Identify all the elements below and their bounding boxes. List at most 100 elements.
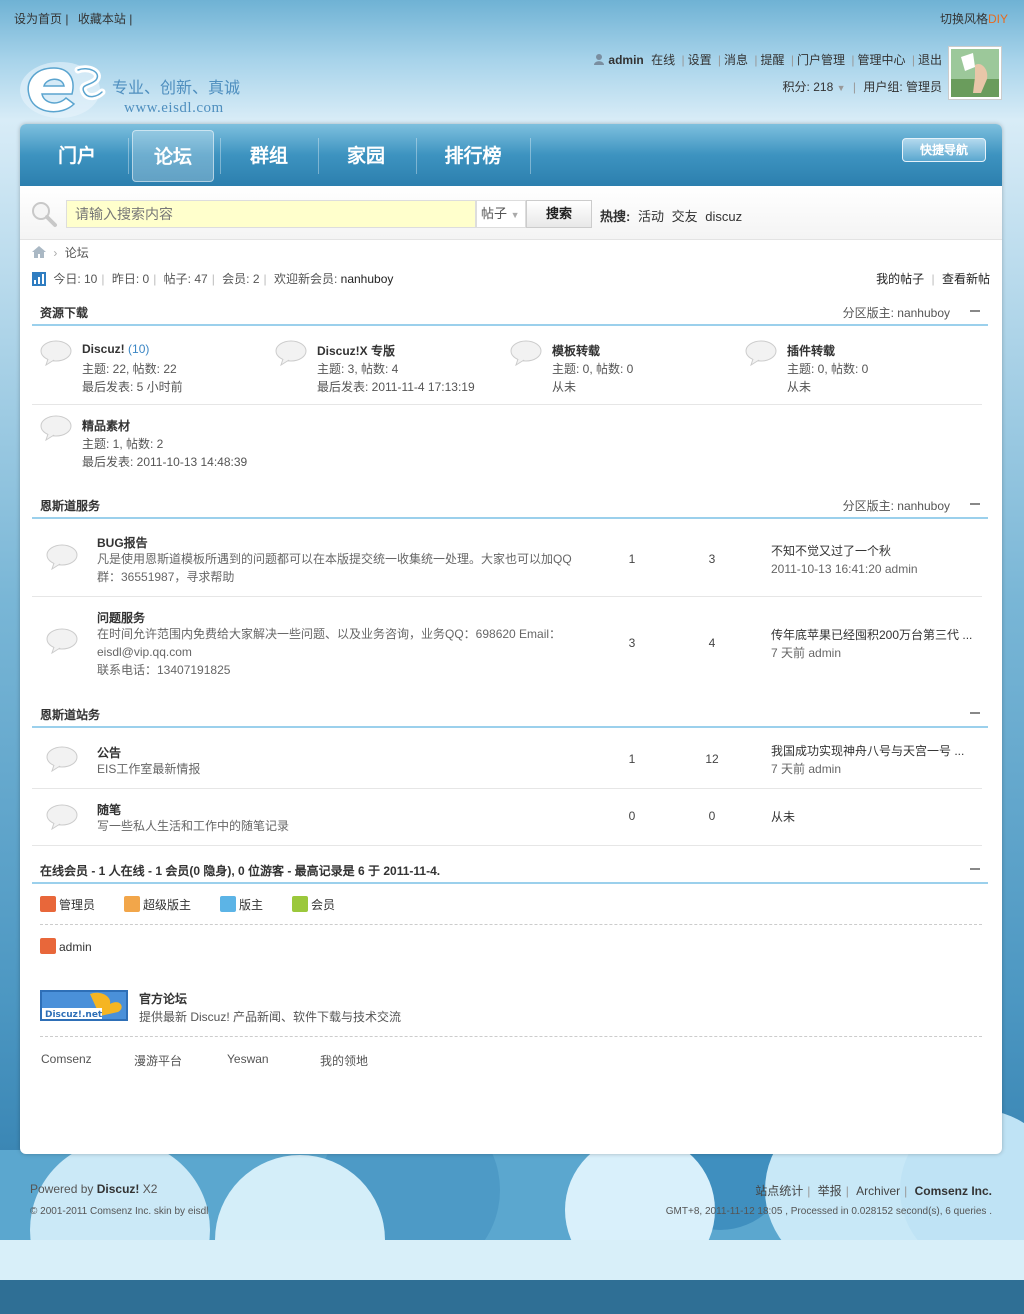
- site-url: www.eisdl.com: [124, 100, 224, 116]
- section-moderator: 分区版主: nanhuboy: [843, 497, 950, 514]
- breadcrumb-current[interactable]: 论坛: [65, 246, 89, 260]
- forum-bubble-icon: [745, 340, 777, 366]
- friendlink-text[interactable]: 漫游平台: [134, 1052, 182, 1069]
- hot-term[interactable]: discuz: [705, 209, 742, 224]
- nav-item-groups[interactable]: 群组: [228, 130, 310, 182]
- online-user-link[interactable]: admin: [59, 940, 92, 954]
- search-input[interactable]: 请输入搜索内容: [66, 200, 476, 228]
- forum-title[interactable]: 公告: [97, 744, 121, 761]
- switch-style-label: 切换风格: [939, 12, 988, 26]
- forum-title[interactable]: 问题服务: [97, 609, 145, 626]
- legend-label: 超级版主: [143, 898, 192, 912]
- logout-link[interactable]: 退出: [918, 53, 942, 67]
- quick-nav-button[interactable]: 快捷导航: [902, 138, 986, 162]
- usergroup-link[interactable]: 用户组: 管理员: [863, 80, 942, 94]
- forum-thread-count: 3: [628, 636, 636, 650]
- report-link[interactable]: 举报: [818, 1184, 842, 1198]
- friendlink-text[interactable]: Comsenz: [41, 1052, 92, 1066]
- credits-menu[interactable]: 积分: 218 ▼: [783, 80, 846, 94]
- forum-today-count: (10): [128, 342, 150, 356]
- forum-last-post[interactable]: 最后发表: 5 小时前: [82, 378, 183, 395]
- separator: |: [754, 53, 758, 67]
- forum-title[interactable]: 精品素材: [82, 417, 130, 434]
- section-title[interactable]: 资源下载: [40, 304, 88, 321]
- site-stats-link[interactable]: 站点统计: [755, 1184, 803, 1198]
- online-title[interactable]: 在线会员 - 1 人在线 - 1 会员(0 隐身), 0 位游客 - 最高记录是…: [40, 862, 440, 879]
- forum-last-post[interactable]: 最后发表: 2011-10-13 14:48:39: [82, 453, 247, 470]
- forum-last-post: 从未: [552, 380, 577, 394]
- forum-stats-line: 主题: 0, 帖数: 0: [787, 362, 869, 376]
- friendlink-text[interactable]: 我的领地: [320, 1052, 368, 1069]
- avatar[interactable]: [948, 46, 1002, 100]
- nav-item-ranking[interactable]: 排行榜: [426, 130, 520, 182]
- search-type-select[interactable]: 帖子 ▼: [476, 200, 526, 228]
- collapse-icon[interactable]: [970, 503, 980, 505]
- dashed-divider: [40, 1036, 982, 1037]
- site-logo[interactable]: [18, 56, 108, 120]
- moderator-link[interactable]: nanhuboy: [897, 499, 950, 513]
- legend-label: 管理员: [59, 898, 96, 912]
- archiver-link[interactable]: Archiver: [856, 1184, 900, 1198]
- comsenz-link[interactable]: Comsenz Inc.: [915, 1184, 992, 1198]
- discuz-logo-text: Discuz!.net: [45, 1010, 103, 1020]
- forum-last-post: 我国成功实现神舟八号与天宫一号 ... 7 天前 admin: [771, 742, 964, 778]
- notifications-link[interactable]: 提醒: [761, 53, 785, 67]
- discuz-logo[interactable]: Discuz!.net: [40, 990, 128, 1021]
- row-divider: [32, 845, 982, 846]
- search-button[interactable]: 搜索: [526, 200, 592, 228]
- home-icon[interactable]: [32, 246, 46, 258]
- collapse-icon[interactable]: [970, 310, 980, 312]
- switch-style-link[interactable]: 切换风格DIY: [940, 12, 1008, 26]
- main-nav: 门户 论坛 群组 家园 排行榜 快捷导航: [20, 124, 1002, 186]
- collapse-icon[interactable]: [970, 868, 980, 870]
- user-admin-icon: [40, 938, 56, 954]
- section-header: 资源下载 分区版主: nanhuboy: [32, 298, 988, 326]
- forum-description-line: EIS工作室最新情报: [97, 762, 201, 776]
- nav-item-home[interactable]: 家园: [325, 130, 407, 182]
- moderator-link[interactable]: nanhuboy: [897, 306, 950, 320]
- forum-description-line: eisdl@vip.qq.com: [97, 645, 192, 659]
- username-link[interactable]: admin: [608, 53, 643, 67]
- forum-title[interactable]: Discuz! (10): [82, 342, 149, 356]
- last-post-meta[interactable]: 7 天前 admin: [771, 646, 841, 660]
- messages-link[interactable]: 消息: [724, 53, 748, 67]
- forum-description: 在时间允许范围内免费给大家解决一些问题、以及业务咨询，业务QQ：698620 E…: [97, 625, 561, 679]
- newest-member-link[interactable]: nanhuboy: [341, 272, 394, 286]
- forum-title[interactable]: 随笔: [97, 801, 121, 818]
- nav-item-forum[interactable]: 论坛: [132, 130, 214, 182]
- last-post-title[interactable]: 不知不觉又过了一个秋: [771, 544, 891, 558]
- section-title[interactable]: 恩斯道服务: [40, 497, 100, 514]
- forum-last-post[interactable]: 最后发表: 2011-11-4 17:13:19: [317, 378, 475, 395]
- last-post-meta[interactable]: 2011-10-13 16:41:20 admin: [771, 562, 918, 576]
- settings-link[interactable]: 设置: [688, 53, 712, 67]
- legend-super-mod: 超级版主: [124, 896, 191, 913]
- set-home-link[interactable]: 设为首页: [14, 12, 62, 26]
- last-post-title[interactable]: 传年底苹果已经囤积200万台第三代 ...: [771, 628, 972, 642]
- row-divider: [32, 404, 982, 405]
- search-type-label: 帖子: [481, 206, 508, 221]
- last-post-title[interactable]: 我国成功实现神舟八号与天宫一号 ...: [771, 744, 964, 758]
- forum-title[interactable]: Discuz!X 专版: [317, 342, 395, 359]
- forum-title[interactable]: 插件转载: [787, 342, 835, 359]
- chevron-down-icon: ▼: [836, 83, 846, 93]
- forum-title[interactable]: 模板转载: [552, 342, 600, 359]
- my-posts-link[interactable]: 我的帖子: [876, 272, 924, 286]
- section-title[interactable]: 恩斯道站务: [40, 706, 100, 723]
- hot-term[interactable]: 活动: [638, 209, 664, 224]
- new-posts-link[interactable]: 查看新帖: [942, 272, 990, 286]
- separator: |: [65, 12, 69, 26]
- separator: |: [263, 272, 267, 286]
- portal-admin-link[interactable]: 门户管理: [797, 53, 845, 67]
- last-post-meta[interactable]: 7 天前 admin: [771, 762, 841, 776]
- hot-term[interactable]: 交友: [672, 209, 698, 224]
- nav-item-portal[interactable]: 门户: [36, 130, 118, 182]
- friendlink-text[interactable]: Yeswan: [227, 1052, 269, 1066]
- separator: |: [153, 272, 157, 286]
- forum-title[interactable]: BUG报告: [97, 534, 148, 551]
- friendlink-title[interactable]: 官方论坛: [139, 990, 187, 1007]
- admin-center-link[interactable]: 管理中心: [858, 53, 906, 67]
- last-post-title: 从未: [771, 810, 796, 824]
- discuz-link[interactable]: Discuz!: [97, 1182, 140, 1196]
- bookmark-link[interactable]: 收藏本站: [78, 12, 126, 26]
- collapse-icon[interactable]: [970, 712, 980, 714]
